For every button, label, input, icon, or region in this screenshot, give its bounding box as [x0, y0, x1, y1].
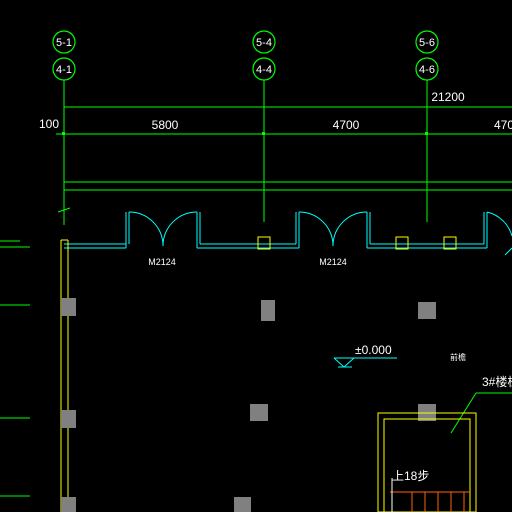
- room-small-label: 前檐: [450, 352, 466, 362]
- dim-span-3: 470: [494, 118, 512, 132]
- axis-top-label: 5-1: [56, 37, 72, 49]
- stair-enclosure: [377, 412, 477, 512]
- left-grid-marks: [0, 240, 30, 497]
- dimension-lines: [56, 106, 512, 213]
- axis-bubble-5-6: 5-6 4-6: [415, 30, 439, 81]
- door-label-2: M2124: [319, 257, 347, 267]
- axis-top-label: 5-6: [419, 37, 435, 49]
- dim-offset: 100: [39, 117, 59, 131]
- stair-up-label: 上18步: [392, 469, 429, 483]
- axis-lines: [63, 80, 428, 225]
- left-wall: [60, 239, 69, 512]
- dim-span-2: 4700: [333, 118, 360, 132]
- cad-drawing-canvas: 5-1 4-1 5-4 4-4 5-6 4-6 21200 100 5800 4…: [0, 30, 512, 512]
- wall-columns: [257, 236, 457, 250]
- elevation-label: ±0.000: [355, 343, 392, 357]
- axis-bottom-label: 4-6: [419, 64, 435, 76]
- structural-columns: [61, 298, 436, 512]
- door-label-1: M2124: [148, 257, 176, 267]
- axis-top-label: 5-4: [256, 37, 272, 49]
- axis-bottom-label: 4-4: [256, 64, 272, 76]
- axis-bottom-label: 4-1: [56, 64, 72, 76]
- stair-label: 3#楼梯: [482, 374, 512, 389]
- axis-bubble-5-1: 5-1 4-1: [52, 30, 76, 81]
- elevation-mark: ±0.000: [333, 343, 397, 368]
- axis-bubble-5-4: 5-4 4-4: [252, 30, 276, 81]
- stair-steps: [390, 491, 470, 512]
- dim-total: 21200: [431, 90, 465, 104]
- dim-span-1: 5800: [152, 118, 179, 132]
